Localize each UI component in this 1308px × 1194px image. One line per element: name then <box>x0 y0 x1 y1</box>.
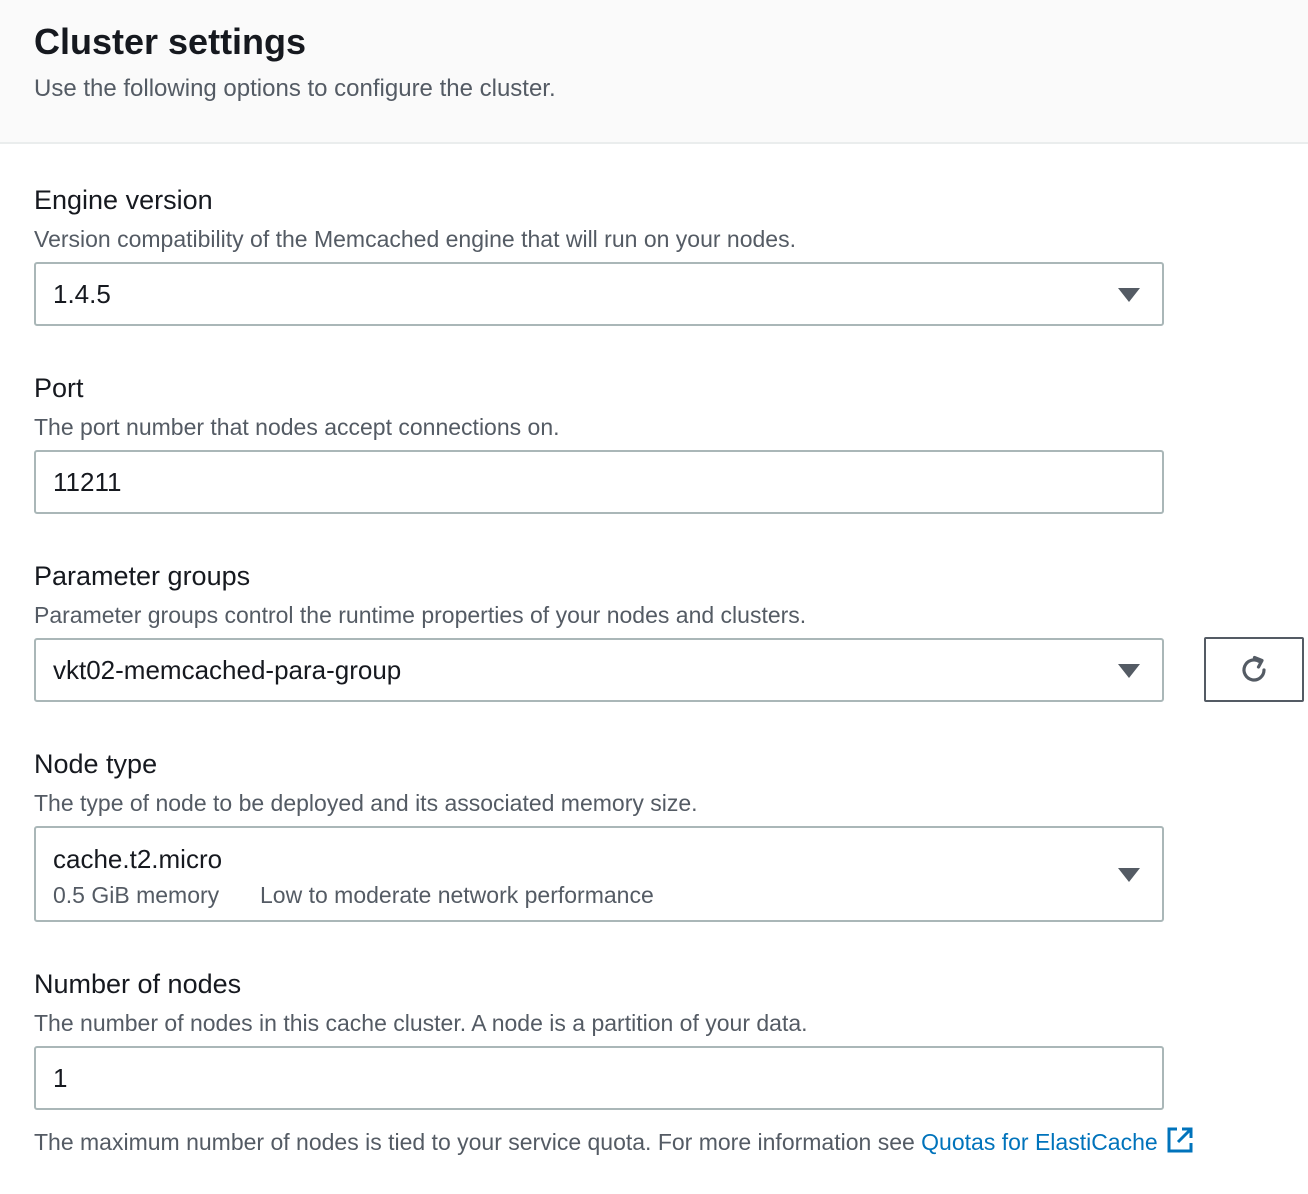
node-type-label: Node type <box>34 749 158 779</box>
engine-version-label: Engine version <box>34 185 213 215</box>
quotas-link-label: Quotas for ElastiCache <box>921 1129 1158 1155</box>
refresh-parameter-groups-button[interactable] <box>1204 637 1304 702</box>
number-of-nodes-label: Number of nodes <box>34 969 242 999</box>
number-of-nodes-value: 1 <box>53 1063 68 1093</box>
parameter-groups-label: Parameter groups <box>34 561 251 591</box>
port-value: 11211 <box>53 467 122 497</box>
page-description: Use the following options to configure t… <box>34 75 556 102</box>
caret-down-icon <box>1118 868 1140 882</box>
quotas-link[interactable]: Quotas for ElastiCache <box>921 1127 1194 1155</box>
node-type-description: The type of node to be deployed and its … <box>34 790 698 816</box>
number-of-nodes-input[interactable]: 1 <box>34 1046 1164 1110</box>
node-type-memory: 0.5 GiB memory <box>53 882 220 908</box>
number-of-nodes-description: The number of nodes in this cache cluste… <box>34 1010 808 1036</box>
port-input[interactable]: 11211 <box>34 450 1164 514</box>
parameter-groups-select[interactable]: vkt02-memcached-para-group <box>34 638 1164 702</box>
section-header: Cluster settings Use the following optio… <box>0 0 1308 144</box>
engine-version-value: 1.4.5 <box>53 279 111 309</box>
refresh-icon <box>1242 655 1266 682</box>
page-title: Cluster settings <box>34 21 307 62</box>
engine-version-select[interactable]: 1.4.5 <box>34 262 1164 326</box>
node-type-network: Low to moderate network performance <box>260 882 654 908</box>
port-label: Port <box>34 373 84 403</box>
port-description: The port number that nodes accept connec… <box>34 414 560 440</box>
caret-down-icon <box>1118 288 1140 302</box>
parameter-groups-description: Parameter groups control the runtime pro… <box>34 602 807 628</box>
quota-note-text: The maximum number of nodes is tied to y… <box>34 1129 922 1155</box>
parameter-groups-value: vkt02-memcached-para-group <box>53 655 402 685</box>
node-type-value: cache.t2.micro <box>53 844 223 874</box>
caret-down-icon <box>1118 664 1140 678</box>
engine-version-description: Version compatibility of the Memcached e… <box>34 226 796 252</box>
external-link-icon <box>1167 1127 1193 1153</box>
quota-note: The maximum number of nodes is tied to y… <box>34 1126 1194 1158</box>
node-type-select[interactable]: cache.t2.micro 0.5 GiB memory Low to mod… <box>34 826 1164 922</box>
